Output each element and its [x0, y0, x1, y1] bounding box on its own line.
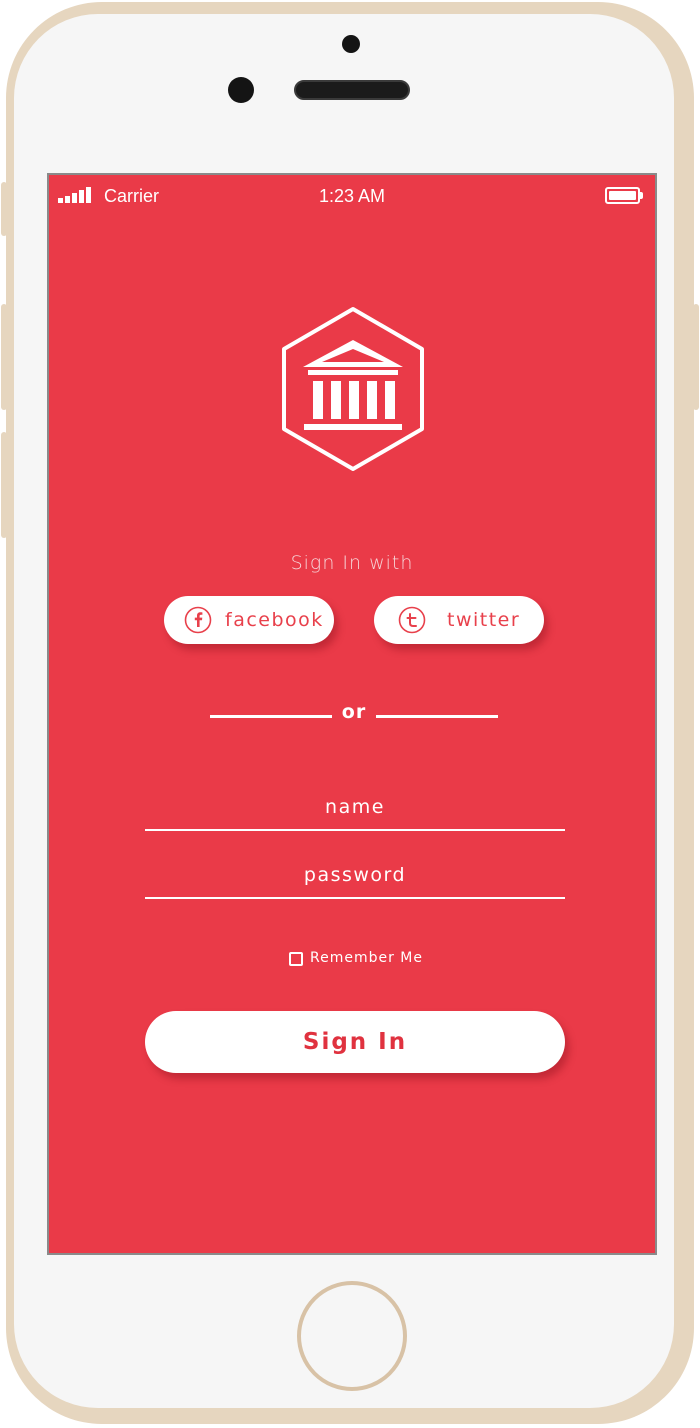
password-input[interactable] — [145, 859, 565, 897]
divider-line-left — [210, 715, 332, 718]
status-time: 1:23 AM — [318, 186, 386, 206]
twitter-label: twitter — [447, 609, 521, 631]
sign-in-button[interactable]: Sign In — [145, 1011, 565, 1073]
name-input[interactable] — [145, 791, 565, 829]
app-screen: Carrier 1:23 AM Sign In with facebook tw… — [47, 173, 657, 1255]
power-button — [693, 304, 699, 410]
remember-me-label[interactable]: Remember Me — [310, 950, 423, 966]
or-label: or — [341, 701, 367, 723]
or-divider: or — [210, 701, 498, 731]
sign-in-with-heading: Sign In with — [290, 552, 414, 574]
facebook-label: facebook — [225, 609, 324, 631]
remember-me-checkbox[interactable] — [289, 952, 303, 966]
volume-down-button — [1, 432, 7, 538]
volume-up-button — [1, 304, 7, 410]
password-field — [145, 859, 565, 899]
facebook-button[interactable]: facebook — [164, 596, 334, 644]
proximity-sensor — [228, 77, 254, 103]
status-bar: Carrier 1:23 AM — [49, 175, 655, 219]
divider-line-right — [376, 715, 498, 718]
home-button[interactable] — [297, 1281, 407, 1391]
bank-building-hexagon-icon — [282, 307, 424, 471]
front-camera — [342, 35, 360, 53]
battery-full-icon — [605, 187, 643, 204]
silent-switch — [1, 182, 7, 236]
earpiece-speaker — [294, 80, 410, 100]
twitter-icon — [398, 606, 426, 634]
twitter-button[interactable]: twitter — [374, 596, 544, 644]
name-field — [145, 791, 565, 831]
facebook-icon — [184, 606, 212, 634]
